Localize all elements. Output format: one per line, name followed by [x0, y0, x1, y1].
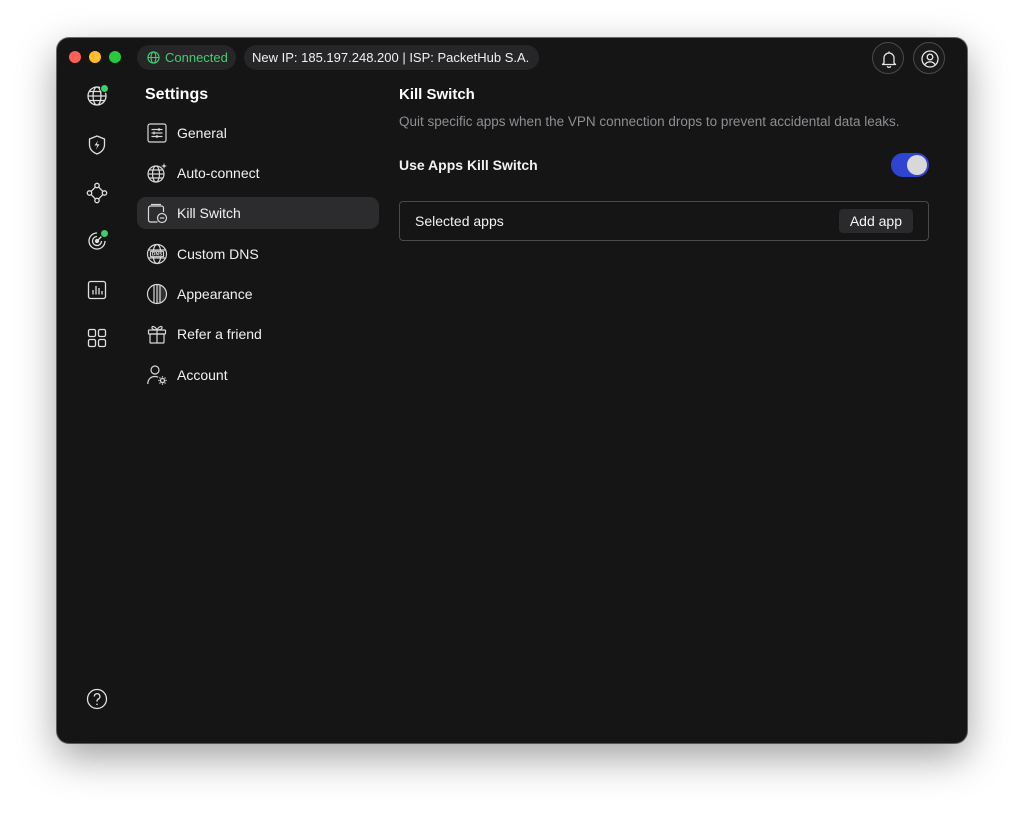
rail-stats-button[interactable] [85, 278, 109, 302]
kill-switch-icon [147, 203, 168, 224]
settings-item-refer-a-friend[interactable]: Refer a friend [137, 318, 379, 350]
help-icon [86, 688, 108, 710]
connection-status-label: Connected [165, 50, 228, 65]
appearance-icon [146, 283, 168, 305]
globe-icon [147, 51, 160, 64]
bar-chart-icon [87, 280, 107, 300]
add-app-button[interactable]: Add app [838, 209, 913, 233]
settings-item-account[interactable]: Account [137, 359, 379, 391]
settings-item-label: Appearance [177, 286, 253, 302]
toggle-knob [907, 155, 927, 175]
zoom-window-button[interactable] [109, 51, 121, 63]
sliders-icon [147, 123, 167, 143]
globe-sparkle-icon [147, 163, 167, 183]
settings-item-kill-switch[interactable]: Kill Switch [137, 197, 379, 229]
svg-text:DNS: DNS [152, 252, 162, 258]
rail-apps-button[interactable] [85, 326, 109, 350]
settings-item-label: Kill Switch [177, 205, 241, 221]
shield-bolt-icon [88, 135, 106, 155]
active-dot [100, 229, 109, 238]
notifications-button[interactable] [872, 42, 904, 74]
connected-dot [100, 84, 109, 93]
page-title: Kill Switch [399, 86, 475, 103]
settings-item-label: Account [177, 367, 228, 383]
settings-item-label: Auto-connect [177, 165, 260, 181]
bell-icon [881, 51, 897, 69]
user-icon [921, 50, 939, 68]
settings-item-label: Refer a friend [177, 326, 262, 342]
account-gear-icon [147, 365, 167, 385]
rail-radar-button[interactable] [85, 229, 109, 253]
profile-button[interactable] [913, 42, 945, 74]
settings-item-appearance[interactable]: Appearance [137, 278, 379, 310]
connection-status-badge[interactable]: Connected [137, 45, 236, 70]
title-bar: Connected New IP: 185.197.248.200 | ISP:… [57, 38, 967, 78]
settings-item-auto-connect[interactable]: Auto-connect [137, 157, 379, 189]
settings-title: Settings [145, 86, 209, 103]
minimize-window-button[interactable] [89, 51, 101, 63]
kill-switch-toggle[interactable] [891, 153, 929, 177]
settings-item-general[interactable]: General [137, 117, 379, 149]
close-window-button[interactable] [69, 51, 81, 63]
page-description: Quit specific apps when the VPN connecti… [399, 114, 900, 129]
grid-icon [87, 328, 107, 348]
dns-globe-icon: DNS [146, 243, 168, 265]
app-window: Connected New IP: 185.197.248.200 | ISP:… [57, 38, 967, 743]
ip-info-badge: New IP: 185.197.248.200 | ISP: PacketHub… [244, 45, 540, 70]
selected-apps-label: Selected apps [415, 213, 504, 229]
gift-icon [147, 325, 167, 344]
settings-item-label: General [177, 125, 227, 141]
mesh-network-icon [86, 182, 108, 204]
settings-item-label: Custom DNS [177, 246, 259, 262]
rail-mesh-button[interactable] [85, 181, 109, 205]
rail-shield-button[interactable] [85, 133, 109, 157]
settings-item-custom-dns[interactable]: DNS Custom DNS [137, 238, 379, 270]
selected-apps-panel: Selected apps Add app [399, 201, 929, 241]
rail-globe-button[interactable] [85, 84, 109, 108]
kill-switch-toggle-label: Use Apps Kill Switch [399, 157, 538, 173]
help-button[interactable] [85, 687, 109, 711]
